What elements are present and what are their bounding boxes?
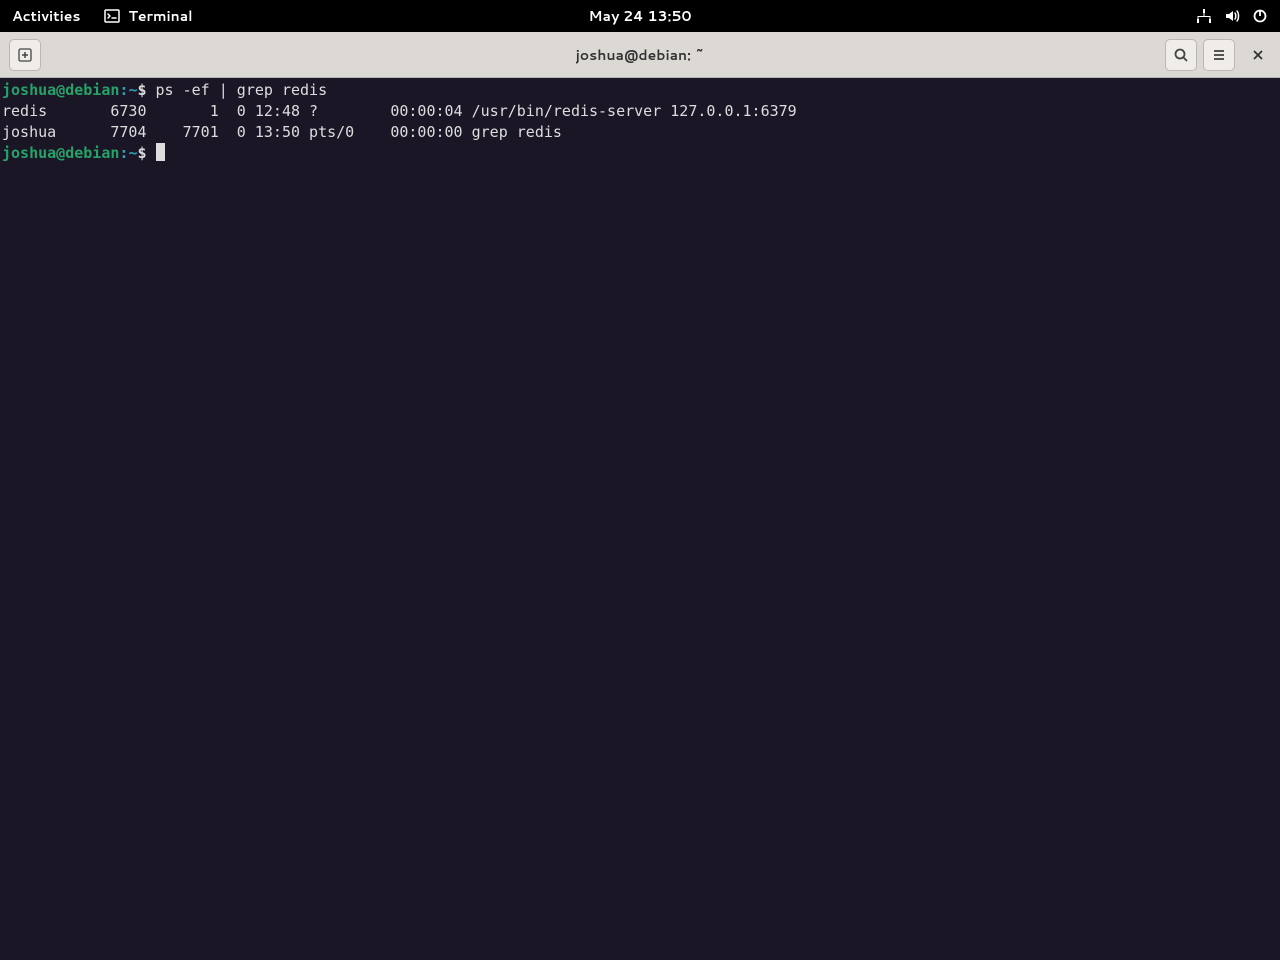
cursor (156, 143, 165, 161)
hamburger-menu-button[interactable] (1203, 39, 1235, 71)
terminal-line: joshua 7704 7701 0 13:50 pts/0 00:00:00 … (2, 122, 1278, 143)
terminal-app-icon (104, 8, 120, 24)
current-app-indicator[interactable]: Terminal (104, 6, 192, 26)
new-tab-button[interactable] (9, 39, 41, 71)
current-app-name: Terminal (128, 6, 192, 26)
terminal-line: joshua@debian:~$ (2, 143, 1278, 164)
activities-button[interactable]: Activities (12, 6, 80, 26)
power-icon[interactable] (1252, 8, 1268, 24)
terminal-headerbar: joshua@debian: ~ (0, 32, 1280, 78)
clock[interactable]: May 24 13:50 (589, 6, 692, 26)
search-button[interactable] (1165, 39, 1197, 71)
network-icon[interactable] (1196, 8, 1212, 24)
terminal-line: redis 6730 1 0 12:48 ? 00:00:04 /usr/bin… (2, 101, 1278, 122)
close-button[interactable] (1242, 39, 1274, 71)
gnome-topbar: Activities Terminal May 24 13:50 (0, 0, 1280, 32)
volume-icon[interactable] (1224, 8, 1240, 24)
terminal-content[interactable]: joshua@debian:~$ ps -ef | grep redisredi… (0, 78, 1280, 960)
window-title: joshua@debian: ~ (576, 45, 705, 65)
terminal-line: joshua@debian:~$ ps -ef | grep redis (2, 80, 1278, 101)
